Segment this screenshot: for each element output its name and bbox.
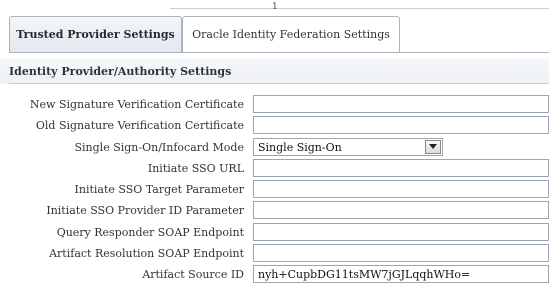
tab-oracle-identity-federation-settings[interactable]: Oracle Identity Federation Settings xyxy=(182,16,400,52)
dropdown-button[interactable] xyxy=(425,140,441,154)
new-signature-certificate-input[interactable] xyxy=(253,95,549,113)
tab-trusted-provider-settings[interactable]: Trusted Provider Settings xyxy=(9,16,182,52)
initiate-sso-target-input[interactable] xyxy=(253,180,549,198)
form-row-artifact-resolution: Artifact Resolution SOAP Endpoint xyxy=(0,244,549,265)
section-header: Identity Provider/Authority Settings xyxy=(0,58,549,84)
field-label: Initiate SSO Provider ID Parameter xyxy=(46,204,244,217)
field-label: New Signature Verification Certificate xyxy=(29,98,244,111)
tab-bar: Trusted Provider Settings Oracle Identit… xyxy=(9,16,549,53)
field-label: Initiate SSO URL xyxy=(147,162,244,175)
top-divider xyxy=(170,8,549,9)
field-label: Query Responder SOAP Endpoint xyxy=(56,226,244,239)
form-row-initiate-sso-target: Initiate SSO Target Parameter xyxy=(0,180,549,201)
field-label: Artifact Resolution SOAP Endpoint xyxy=(49,247,244,260)
form-row-old-signature-certificate: Old Signature Verification Certificate xyxy=(0,116,549,137)
sso-mode-select[interactable]: Single Sign-On xyxy=(253,138,443,156)
tab-label: Trusted Provider Settings xyxy=(16,28,175,41)
top-marker: 1 xyxy=(272,2,278,12)
form-row-query-responder: Query Responder SOAP Endpoint xyxy=(0,223,549,244)
query-responder-endpoint-input[interactable] xyxy=(253,223,549,241)
old-signature-certificate-input[interactable] xyxy=(253,116,549,134)
form-row-new-signature-certificate: New Signature Verification Certificate xyxy=(0,95,549,116)
field-label: Initiate SSO Target Parameter xyxy=(74,183,244,196)
select-value: Single Sign-On xyxy=(258,141,342,154)
field-label: Single Sign-On/Infocard Mode xyxy=(74,141,245,154)
form-row-artifact-source-id: Artifact Source ID xyxy=(0,265,549,286)
artifact-source-id-input[interactable] xyxy=(253,265,549,283)
chevron-down-icon xyxy=(429,144,437,149)
tab-label: Oracle Identity Federation Settings xyxy=(192,28,390,41)
form-row-sso-mode: Single Sign-On/Infocard Mode Single Sign… xyxy=(0,138,549,159)
form-row-initiate-sso-url: Initiate SSO URL xyxy=(0,159,549,180)
section-title: Identity Provider/Authority Settings xyxy=(9,65,232,78)
section-divider xyxy=(9,83,549,84)
artifact-resolution-endpoint-input[interactable] xyxy=(253,244,549,262)
form-row-initiate-sso-provider-id: Initiate SSO Provider ID Parameter xyxy=(0,201,549,222)
field-label: Old Signature Verification Certificate xyxy=(35,119,244,132)
initiate-sso-url-input[interactable] xyxy=(253,159,549,177)
field-label: Artifact Source ID xyxy=(142,268,244,281)
initiate-sso-provider-id-input[interactable] xyxy=(253,201,549,219)
